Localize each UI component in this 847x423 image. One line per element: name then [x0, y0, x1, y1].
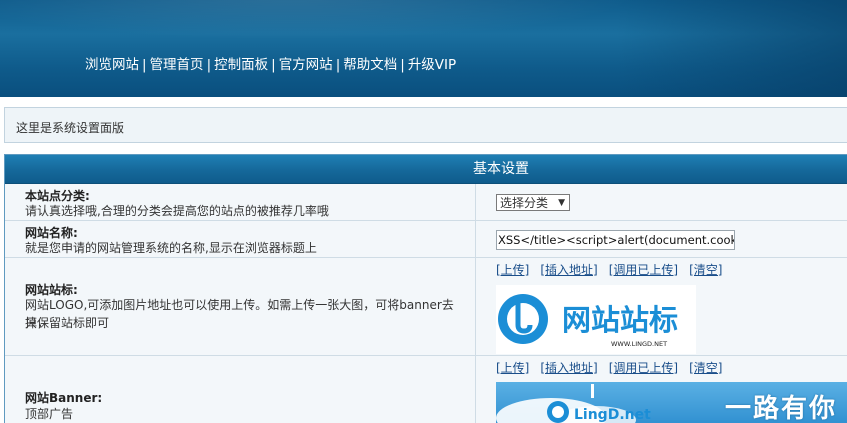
lingd-logo-icon: 网站站标 WWW.LINGD.NET [498, 294, 678, 348]
row-banner-label-cell: 网站Banner: 顶部广告 [5, 356, 476, 423]
nav-separator: | [400, 57, 405, 73]
logo-insert-url-link[interactable]: [插入地址] [540, 263, 597, 277]
row-category-label-cell: 本站点分类: 请认真选择哦,合理的分类会提高您的站点的被推荐几率哦 [5, 184, 476, 220]
banner-clear-link[interactable]: [清空] [689, 361, 722, 375]
banner-upload-link[interactable]: [上传] [496, 361, 529, 375]
top-nav: 浏览网站 | 管理首页 | 控制面板 | 官方网站 | 帮助文档 | 升级VIP [85, 53, 456, 73]
logo-clear-link[interactable]: [清空] [689, 263, 722, 277]
nav-help-docs[interactable]: 帮助文档 [343, 57, 397, 73]
category-select-value: 选择分类 [500, 196, 549, 210]
banner-actions: [上传] [插入地址] [调用已上传] [清空] [496, 359, 734, 376]
banner-slogan-text: 一路有你 [724, 394, 837, 423]
panel-title-text: 基本设置 [473, 161, 529, 177]
logo-preview-image: 网站站标 WWW.LINGD.NET [496, 285, 696, 354]
logo-desc-line2: 只保留站标即可 [25, 316, 110, 330]
dropdown-arrow-icon: ▼ [558, 198, 565, 208]
row-banner-input-cell: [上传] [插入地址] [调用已上传] [清空] LingD.net 一路有你 [476, 356, 847, 423]
header-banner: 浏览网站 | 管理首页 | 控制面板 | 官方网站 | 帮助文档 | 升级VIP [0, 0, 847, 97]
row-site-name-label-cell: 网站名称: 就是您申请的网站管理系统的名称,显示在浏览器标题上 [5, 221, 476, 257]
row-logo-label-cell: 网站站标: 网站LOGO,可添加图片地址也可以使用上传。如需上传一张大图，可将b… [5, 258, 476, 355]
notice-text: 这里是系统设置面版 [16, 121, 125, 135]
category-desc: 请认真选择哦,合理的分类会提高您的站点的被推荐几率哦 [25, 204, 329, 218]
nav-admin-home[interactable]: 管理首页 [150, 57, 204, 73]
row-site-name: 网站名称: 就是您申请的网站管理系统的名称,显示在浏览器标题上 XSS</tit… [5, 221, 847, 258]
logo-actions: [上传] [插入地址] [调用已上传] [清空] [496, 261, 734, 278]
site-name-input[interactable]: XSS</title><script>alert(document.cookie… [496, 230, 735, 250]
banner-label: 网站Banner: [25, 391, 103, 405]
row-category-input-cell: 选择分类 ▼ [476, 184, 847, 220]
logo-use-uploaded-link[interactable]: [调用已上传] [609, 263, 678, 277]
logo-image-text: 网站站标 [562, 303, 678, 337]
banner-use-uploaded-link[interactable]: [调用已上传] [609, 361, 678, 375]
panel-title: 基本设置 [5, 155, 847, 184]
nav-official-site[interactable]: 官方网站 [279, 57, 333, 73]
banner-logo-text: LingD.net [574, 407, 651, 423]
row-logo-input-cell: [上传] [插入地址] [调用已上传] [清空] 网站站标 WWW.LINGD.NET [476, 258, 847, 355]
nav-separator: | [142, 57, 147, 73]
logo-image-caption: WWW.LINGD.NET [611, 340, 667, 348]
nav-browse-site[interactable]: 浏览网站 [85, 57, 139, 73]
nav-separator: | [335, 57, 341, 73]
notice-box: 这里是系统设置面版 [4, 107, 847, 143]
banner-insert-url-link[interactable]: [插入地址] [540, 361, 597, 375]
site-name-desc: 就是您申请的网站管理系统的名称,显示在浏览器标题上 [25, 241, 317, 255]
nav-upgrade-vip[interactable]: 升级VIP [408, 57, 456, 73]
nav-separator: | [206, 57, 212, 73]
banner-preview-image: LingD.net 一路有你 [496, 382, 847, 423]
logo-upload-link[interactable]: [上传] [496, 263, 529, 277]
nav-separator: | [271, 57, 276, 73]
category-select[interactable]: 选择分类 ▼ [496, 194, 570, 211]
banner-desc: 顶部广告 [25, 407, 74, 421]
row-site-name-input-cell: XSS</title><script>alert(document.cookie… [476, 221, 847, 257]
row-category: 本站点分类: 请认真选择哦,合理的分类会提高您的站点的被推荐几率哦 选择分类 ▼ [5, 184, 847, 221]
settings-panel: 基本设置 本站点分类: 请认真选择哦,合理的分类会提高您的站点的被推荐几率哦 选… [4, 154, 847, 423]
row-banner: 网站Banner: 顶部广告 [上传] [插入地址] [调用已上传] [清空] Lin… [5, 356, 847, 423]
nav-control-panel[interactable]: 控制面板 [214, 57, 268, 73]
row-logo: 网站站标: 网站LOGO,可添加图片地址也可以使用上传。如需上传一张大图，可将b… [5, 258, 847, 356]
